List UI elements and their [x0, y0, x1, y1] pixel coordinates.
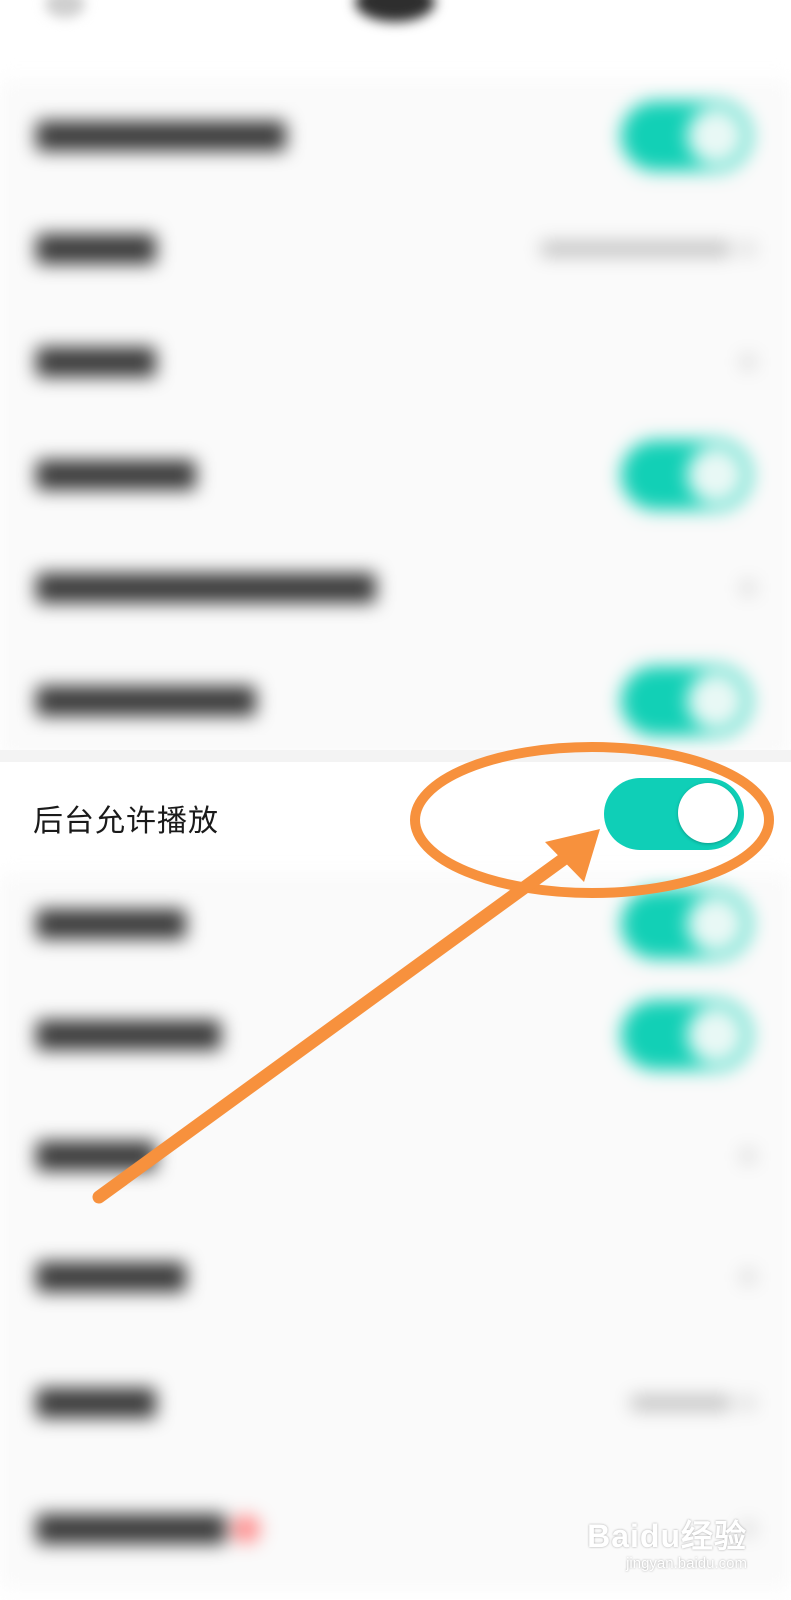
section-divider	[0, 750, 791, 762]
setting-row[interactable]	[0, 532, 791, 645]
toggle-switch[interactable]	[621, 889, 751, 959]
setting-label-blurred	[36, 347, 156, 377]
chevron-right-icon	[741, 1396, 755, 1410]
toggle-switch[interactable]	[621, 101, 751, 171]
setting-label-blurred	[36, 1141, 156, 1171]
setting-row[interactable]	[0, 645, 791, 757]
toggle-switch[interactable]	[621, 1000, 751, 1070]
setting-label-blurred	[36, 1388, 156, 1418]
setting-row[interactable]	[0, 1096, 791, 1217]
settings-screen: 后台允许播放 Baidu经验 jingyan.baidu.com	[0, 0, 791, 1600]
setting-row-background-play[interactable]: 后台允许播放	[0, 762, 791, 874]
chevron-right-icon	[741, 581, 755, 595]
setting-row[interactable]	[0, 306, 791, 419]
toggle-switch[interactable]	[621, 440, 751, 510]
settings-list-blurred-upper	[0, 80, 791, 757]
setting-row[interactable]	[0, 975, 791, 1096]
setting-label-blurred	[36, 909, 186, 939]
setting-label: 后台允许播放	[33, 804, 219, 839]
watermark-url: jingyan.baidu.com	[626, 1555, 747, 1572]
setting-label-blurred	[36, 1262, 186, 1292]
back-icon[interactable]	[45, 0, 85, 18]
notification-dot	[232, 1515, 260, 1543]
setting-row[interactable]	[0, 80, 791, 193]
watermark-logo: Baidu经验	[587, 1518, 747, 1554]
baidu-jingyan-watermark: Baidu经验 jingyan.baidu.com	[587, 1511, 747, 1572]
setting-row[interactable]	[0, 1338, 791, 1469]
setting-row[interactable]	[0, 1217, 791, 1338]
setting-value-blurred	[631, 1396, 731, 1410]
setting-label-blurred	[36, 573, 376, 603]
setting-label-blurred	[36, 1514, 226, 1544]
setting-row[interactable]	[0, 193, 791, 306]
setting-row[interactable]	[0, 419, 791, 532]
setting-label-blurred	[36, 234, 156, 264]
chevron-right-icon	[741, 355, 755, 369]
toggle-knob	[678, 783, 738, 843]
chevron-right-icon	[741, 1270, 755, 1284]
setting-label-blurred	[36, 121, 286, 151]
setting-row[interactable]	[0, 874, 791, 975]
top-bar-blurred	[0, 0, 791, 70]
title-blurred	[355, 0, 435, 22]
settings-list-blurred-lower	[0, 874, 791, 1589]
setting-label-blurred	[36, 1020, 221, 1050]
background-play-toggle[interactable]	[604, 778, 744, 850]
toggle-switch[interactable]	[621, 666, 751, 736]
chevron-right-icon	[741, 1149, 755, 1163]
setting-label-blurred	[36, 460, 196, 490]
setting-label-blurred	[36, 686, 256, 716]
setting-value-blurred	[541, 242, 731, 256]
chevron-right-icon	[741, 242, 755, 256]
